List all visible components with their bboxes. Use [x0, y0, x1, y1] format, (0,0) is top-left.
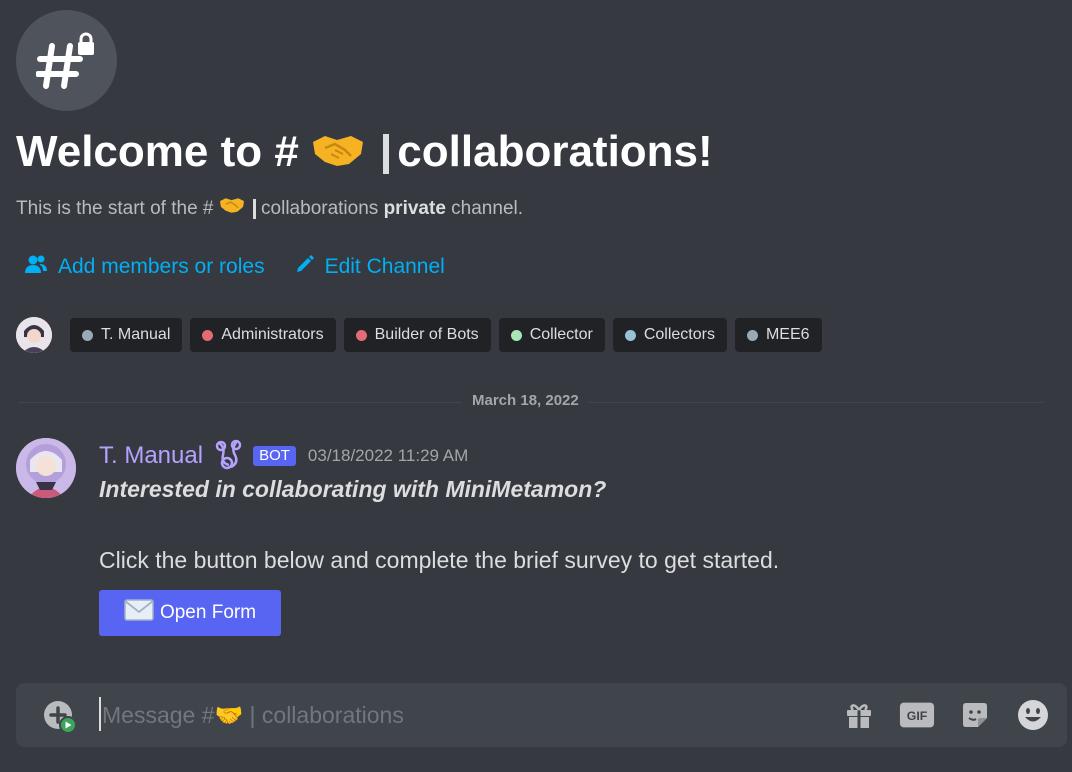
bot-badge-icon [211, 437, 245, 475]
edit-channel-button[interactable]: Edit Channel [295, 254, 445, 280]
sticker-icon[interactable] [957, 697, 993, 733]
message-headline: Interested in collaborating with MiniMet… [99, 476, 607, 502]
envelope-icon [124, 599, 154, 627]
welcome-prefix: Welcome to # [16, 127, 299, 176]
message-input[interactable] [102, 695, 802, 735]
channel-welcome-title: Welcome to # collaborations! [16, 124, 713, 182]
role-pill-t-manual[interactable]: T. Manual [70, 318, 183, 352]
date-divider-label: March 18, 2022 [462, 392, 589, 409]
pipe-separator [253, 199, 257, 219]
open-form-label: Open Form [159, 602, 257, 623]
svg-text:GIF: GIF [907, 709, 928, 723]
role-label: Collector [529, 326, 593, 343]
role-label: Builder of Bots [374, 326, 479, 343]
welcome-channel-name: collaborations [397, 127, 699, 176]
role-pill-collectors[interactable]: Collectors [612, 318, 727, 352]
message-composer: GIF [16, 683, 1067, 747]
message-timestamp: 03/18/2022 11:29 AM [307, 446, 469, 465]
role-label: T. Manual [101, 326, 171, 343]
role-pill-administrators[interactable]: Administrators [190, 318, 336, 352]
open-form-button[interactable]: Open Form [99, 590, 281, 636]
attach-plus-icon[interactable] [42, 699, 78, 735]
role-color-dot [202, 329, 214, 341]
subtitle-suffix: channel. [451, 198, 524, 220]
gift-icon[interactable] [841, 697, 877, 733]
handshake-emoji-icon [219, 196, 245, 222]
pipe-separator [383, 134, 390, 175]
channel-actions: Add members or roles Edit Channel [24, 254, 445, 280]
composer-actions: GIF [841, 697, 1051, 733]
role-color-dot [510, 329, 522, 341]
author-avatar[interactable] [16, 438, 76, 498]
role-label: Collectors [643, 326, 715, 343]
role-label: MEE6 [765, 326, 810, 343]
subtitle-channel-name: collaborations [261, 198, 379, 220]
role-pill-mee6[interactable]: MEE6 [734, 318, 822, 352]
role-color-dot [355, 329, 367, 341]
add-members-label: Add members or roles [58, 255, 265, 278]
channel-subtitle: This is the start of the # collaboration… [16, 196, 523, 222]
handshake-emoji-icon [311, 126, 365, 182]
role-pill-collector[interactable]: Collector [498, 318, 605, 352]
message-header: T. Manual BOT 03/18/2022 11:29 AM [99, 437, 468, 475]
role-color-dot [746, 329, 758, 341]
subtitle-prefix: This is the start of the # [16, 198, 214, 220]
role-color-dot [624, 329, 636, 341]
pencil-icon [295, 254, 315, 280]
welcome-suffix: ! [698, 127, 713, 176]
role-pill-builder-of-bots[interactable]: Builder of Bots [343, 318, 491, 352]
add-members-button[interactable]: Add members or roles [24, 254, 265, 280]
member-avatar[interactable] [16, 317, 52, 353]
message-body: Click the button below and complete the … [99, 547, 780, 573]
add-members-icon [24, 254, 48, 280]
message-author[interactable]: T. Manual [99, 442, 203, 470]
gif-icon[interactable]: GIF [899, 697, 935, 733]
bot-tag: BOT [253, 446, 296, 466]
private-channel-icon [16, 10, 117, 111]
emoji-icon[interactable] [1015, 697, 1051, 733]
role-color-dot [82, 329, 93, 341]
edit-channel-label: Edit Channel [324, 255, 445, 278]
chat-view: Welcome to # collaborations! This is the… [0, 0, 1072, 772]
channel-members-row: T. Manual Administrators Builder of Bots… [16, 317, 822, 353]
role-label: Administrators [221, 326, 324, 343]
text-caret [99, 697, 101, 731]
subtitle-private-word: private [383, 198, 446, 220]
